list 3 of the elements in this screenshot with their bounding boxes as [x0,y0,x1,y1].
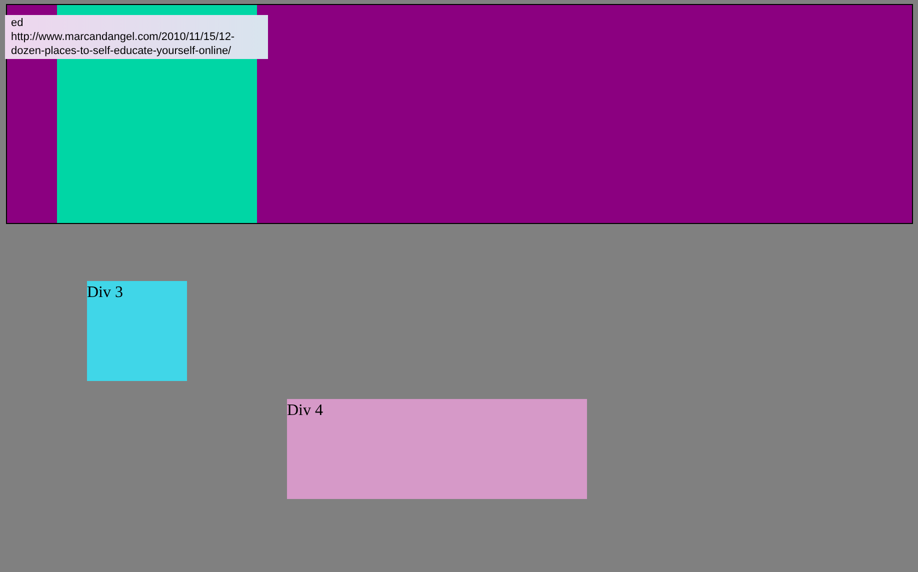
tooltip: ed http://www.marcandangel.com/2010/11/15/12- dozen-places-to-self-educate-yourself-online/ [5,15,268,59]
div-label: Div 3 [87,284,123,301]
div-label: Div 4 [287,402,323,419]
